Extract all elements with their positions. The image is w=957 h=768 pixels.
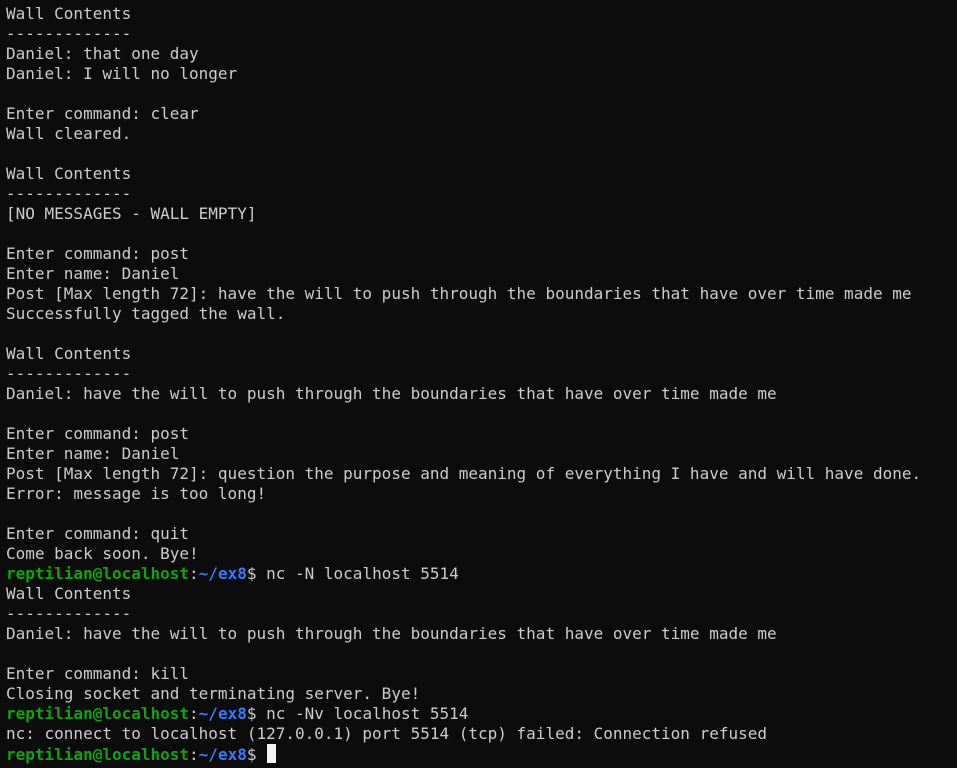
cursor-block[interactable] xyxy=(267,744,277,763)
prompt-line: reptilian@localhost:~/ex8$ xyxy=(6,744,957,764)
output-line: Post [Max length 72]: question the purpo… xyxy=(6,464,922,483)
output-line: Daniel: have the will to push through th… xyxy=(6,384,777,403)
prompt-line: reptilian@localhost:~/ex8$ nc -Nv localh… xyxy=(6,704,957,724)
prompt-path: ~/ex8 xyxy=(198,564,247,583)
output-line: Post [Max length 72]: have the will to p… xyxy=(6,284,912,303)
prompt-line: reptilian@localhost:~/ex8$ nc -N localho… xyxy=(6,564,957,584)
output-line: Come back soon. Bye! xyxy=(6,544,199,563)
prompt-symbol: $ xyxy=(246,745,267,764)
output-line: Daniel: I will no longer xyxy=(6,64,238,83)
output-line: Wall Contents xyxy=(6,584,132,603)
output-line: Daniel: that one day xyxy=(6,44,199,63)
output-line: Wall Contents xyxy=(6,164,132,183)
prompt-user-host: reptilian@localhost xyxy=(6,745,190,764)
output-line: Enter command: quit xyxy=(6,524,190,543)
terminal-window[interactable]: Wall Contents ------------- Daniel: that o… xyxy=(0,0,957,768)
output-line: Error: message is too long! xyxy=(6,484,267,503)
output-line: Enter command: post xyxy=(6,244,190,263)
output-line: Wall Contents xyxy=(6,344,132,363)
output-line: Enter command: kill xyxy=(6,664,190,683)
output-line: Enter command: clear xyxy=(6,104,199,123)
output-line: Wall cleared. xyxy=(6,124,132,143)
output-line: Enter name: Daniel xyxy=(6,444,180,463)
prompt-user-host: reptilian@localhost xyxy=(6,704,190,723)
output-line: nc: connect to localhost (127.0.0.1) por… xyxy=(6,724,767,743)
output-line: ------------- xyxy=(6,364,132,383)
prompt-symbol: $ xyxy=(246,704,267,723)
prompt-user-host: reptilian@localhost xyxy=(6,564,190,583)
output-line: Closing socket and terminating server. B… xyxy=(6,684,421,703)
command-text: nc -N localhost 5514 xyxy=(266,564,459,583)
command-text: nc -Nv localhost 5514 xyxy=(266,704,469,723)
output-line: Enter command: post xyxy=(6,424,190,443)
output-line: [NO MESSAGES - WALL EMPTY] xyxy=(6,204,257,223)
output-line: ------------- xyxy=(6,604,132,623)
prompt-path: ~/ex8 xyxy=(198,704,247,723)
prompt-symbol: $ xyxy=(246,564,267,583)
prompt-separator: : xyxy=(189,745,199,764)
output-line: ------------- xyxy=(6,184,132,203)
output-line: Daniel: have the will to push through th… xyxy=(6,624,777,643)
prompt-separator: : xyxy=(189,704,199,723)
output-line: Enter name: Daniel xyxy=(6,264,180,283)
output-line: ------------- xyxy=(6,24,132,43)
output-line: Wall Contents xyxy=(6,4,132,23)
output-line: Successfully tagged the wall. xyxy=(6,304,286,323)
prompt-separator: : xyxy=(189,564,199,583)
prompt-path: ~/ex8 xyxy=(198,745,247,764)
